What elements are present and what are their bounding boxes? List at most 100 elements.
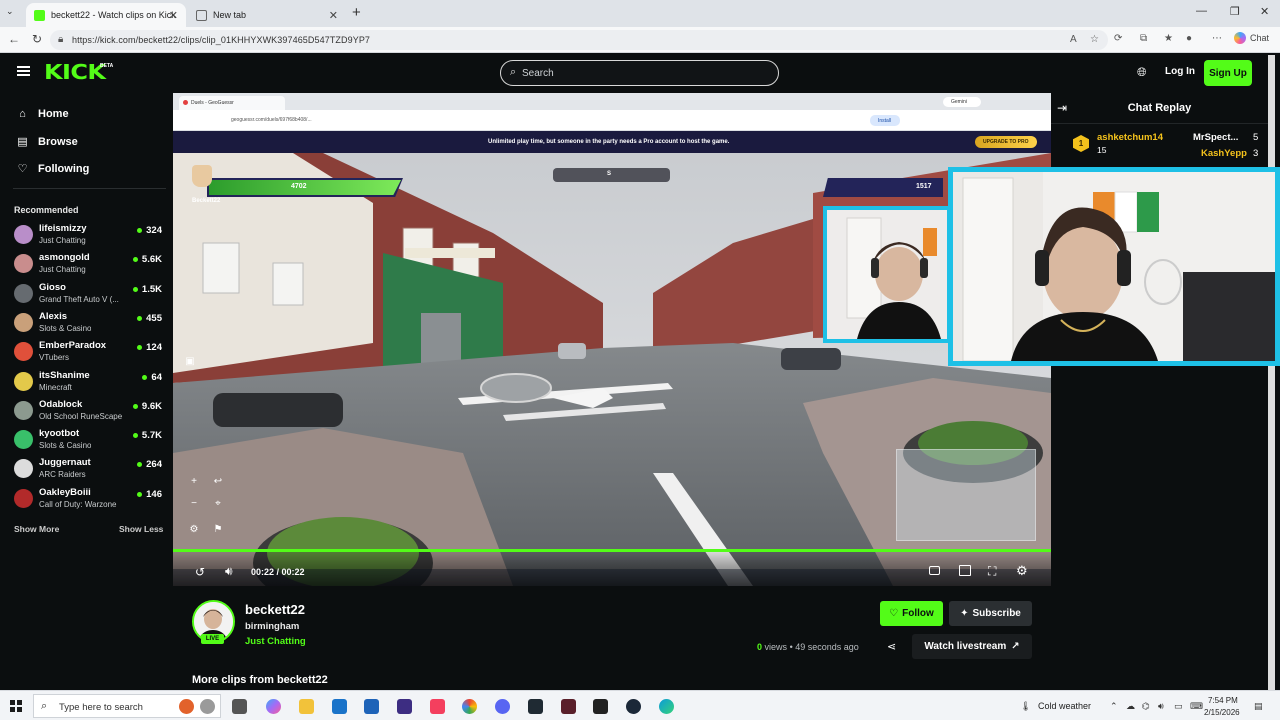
signup-button[interactable]: Sign Up [1204,60,1252,86]
login-button[interactable]: Log In [1165,66,1195,77]
kick-logo[interactable]: KICK [44,62,106,82]
tab-list-chevron-icon[interactable]: ⌄ [6,6,14,17]
fullscreen-icon[interactable]: ⛶ [988,564,996,579]
player-name-left: Beckett22 [192,198,221,204]
chat-toggle-icon[interactable]: ▣ [181,353,199,371]
map-settings-icon[interactable]: ⚙ [185,521,203,539]
clip-category-link[interactable]: Just Chatting [245,636,306,647]
copilot-icon[interactable] [266,699,281,714]
theater-mode-icon[interactable] [959,565,971,576]
split-screen-icon[interactable]: ⧉ [1140,33,1147,44]
tray-chevron-icon[interactable]: ⌃ [1110,701,1118,712]
sidebar-channel-row[interactable]: kyootbot Slots & Casino 5.7K [14,427,164,455]
settings-gear-icon[interactable]: ⚙ [1016,563,1028,579]
new-tab-plus-icon[interactable]: + [352,4,361,21]
taskbar-weather[interactable]: Cold weather [1038,701,1091,711]
taskbar-date[interactable]: 2/15/2026 [1204,708,1240,717]
language-globe-icon[interactable]: 🌐︎ [1137,65,1147,80]
clip-channel-name[interactable]: beckett22 [245,602,305,617]
file-explorer-icon[interactable] [299,699,314,714]
network-icon[interactable]: ⌬ [1142,701,1150,712]
language-icon[interactable]: ⌨ [1190,701,1203,712]
sidebar-channel-row[interactable]: Odablock Old School RuneScape 9.6K [14,398,164,426]
music-icon[interactable] [430,699,445,714]
onedrive-icon[interactable]: ☁ [1126,701,1135,712]
volume-icon[interactable]: 🔊︎ [225,564,233,579]
live-dot-icon [137,228,143,233]
steam-icon[interactable] [626,699,641,714]
clip-video-player[interactable]: Duels - GeoGuessr Gemini geoguessr.com/d… [173,93,1051,586]
more-menu-icon[interactable]: ⋯ [1212,33,1222,44]
notifications-icon[interactable]: ▤ [1254,701,1263,712]
maximize-icon[interactable]: ❐ [1230,5,1240,18]
close-tab-icon[interactable]: ✕ [329,9,338,22]
sidebar-channel-row[interactable]: Gioso Grand Theft Auto V (... 1.5K [14,281,164,309]
back-arrow-icon[interactable]: ← [8,32,20,46]
lock-icon: 🔒︎ [58,34,64,45]
browser-tab-new[interactable]: New tab ✕ [188,3,346,27]
kick-app-icon[interactable] [528,699,543,714]
viewer-count: 5.6K [132,254,162,265]
sidebar-item-following[interactable]: ♡ Following [16,162,90,176]
replay-icon[interactable]: ↺ [195,565,205,579]
discord-icon[interactable] [495,699,510,714]
browser-tab-active[interactable]: beckett22 - Watch clips on Kick ✕ [26,3,186,27]
follow-button[interactable]: ♡ Follow [880,601,943,626]
outlook-icon[interactable] [364,699,379,714]
chrome-icon[interactable] [462,699,477,714]
refresh-icon[interactable]: ↻ [32,32,42,46]
gifter-name[interactable]: MrSpect... [1193,132,1238,143]
url-field[interactable]: 🔒︎ https://kick.com/beckett22/clips/clip… [50,30,1108,50]
undo-arrow-icon[interactable]: ↩ [209,473,227,491]
pip-icon[interactable] [929,566,940,575]
sidebar-channel-row[interactable]: Alexis Slots & Casino 455 [14,310,164,338]
gifter-name[interactable]: KashYepp [1201,148,1247,159]
task-view-icon[interactable] [232,699,247,714]
share-icon[interactable]: ⋖ [887,640,896,653]
viewer-count: 146 [137,489,162,500]
copilot-chat-button[interactable]: Chat [1234,32,1269,44]
sidebar-item-home[interactable]: ⌂ Home [16,108,68,120]
minimize-icon[interactable]: — [1196,5,1207,17]
read-aloud-icon[interactable]: A [1070,34,1077,45]
gifter-name[interactable]: ashketchum14 [1097,132,1163,143]
show-less-link[interactable]: Show Less [119,524,163,534]
viewer-count: 9.6K [132,400,162,412]
subscribe-button[interactable]: ✦ Subscribe [949,601,1032,626]
show-more-link[interactable]: Show More [14,524,59,534]
sidebar-channel-row[interactable]: EmberParadox VTubers 124 [14,339,164,367]
sidebar-channel-row[interactable]: lifeismizzy Just Chatting 324 [14,222,164,250]
sidebar-channel-row[interactable]: OakleyBoiii Call of Duty: Warzone 146 [14,486,164,514]
zoom-in-icon[interactable]: + [185,473,203,491]
volume-icon[interactable]: 🔊︎ [1158,701,1164,712]
epic-games-icon[interactable] [593,699,608,714]
favorite-star-icon[interactable]: ☆ [1090,34,1099,45]
sidebar-channel-row[interactable]: Juggernaut ARC Raiders 264 [14,456,164,484]
profile-icon[interactable]: ● [1186,33,1192,44]
search-input[interactable]: ⌕ Search [500,60,779,86]
edge-icon[interactable] [659,699,674,714]
map-pin-icon[interactable]: ⌖ [209,495,227,513]
taskbar-time[interactable]: 7:54 PM [1208,696,1238,705]
windows-start-icon[interactable] [10,700,22,712]
page-scrollbar[interactable] [1268,55,1275,690]
next-app-icon[interactable] [397,699,412,714]
viewer-count-value: 9.6K [141,400,162,412]
battery-icon[interactable]: ▭ [1174,701,1183,712]
flag-icon[interactable]: ⚑ [209,521,227,539]
hamburger-menu-icon[interactable] [17,66,30,76]
sidebar-item-label: Browse [38,135,78,148]
extensions-icon[interactable]: ⟳ [1114,33,1122,44]
favorites-icon[interactable]: ★ [1164,33,1173,44]
store-icon[interactable] [332,699,347,714]
zoom-out-icon[interactable]: − [185,495,203,513]
taskbar-search-input[interactable]: ⌕ Type here to search [33,694,221,718]
close-tab-icon[interactable]: ✕ [169,9,178,22]
window-close-icon[interactable]: ✕ [1260,5,1269,18]
sidebar-channel-row[interactable]: itsShanime Minecraft 64 [14,369,164,397]
follow-label: Follow [902,608,934,619]
valorant-icon[interactable] [561,699,576,714]
sidebar-item-browse[interactable]: ▤ Browse [16,135,78,149]
sidebar-channel-row[interactable]: asmongold Just Chatting 5.6K [14,251,164,279]
watch-livestream-button[interactable]: Watch livestream ↗ [912,634,1032,659]
